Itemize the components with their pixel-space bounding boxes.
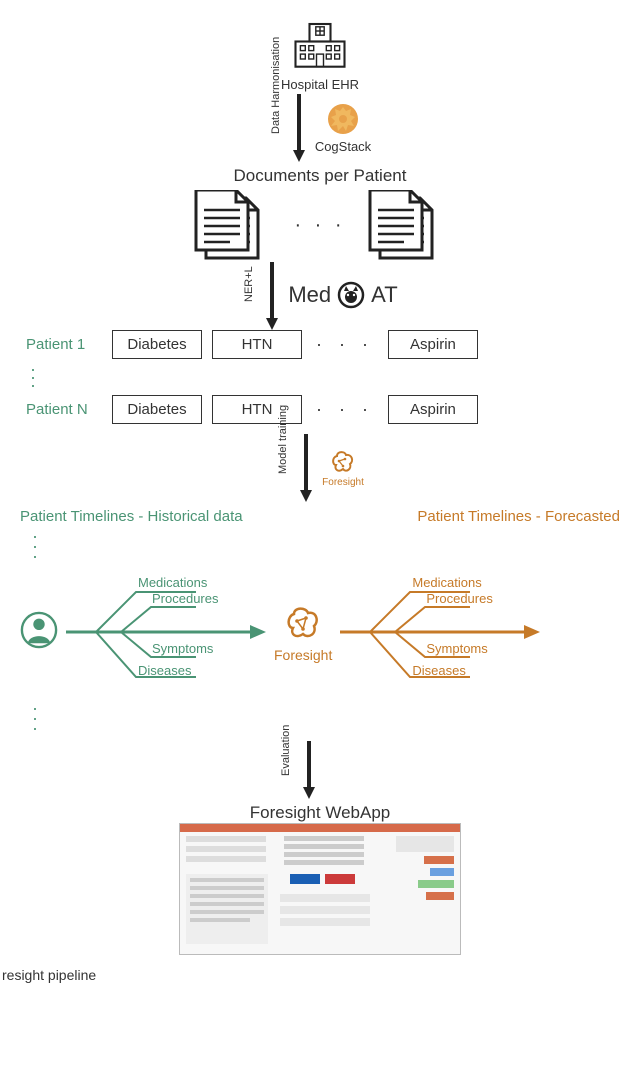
forecasted-title: Patient Timelines - Forecasted bbox=[417, 508, 620, 525]
timeline-vdots-top: ··· bbox=[20, 525, 38, 567]
cogstack-badge: CogStack bbox=[315, 101, 371, 154]
documents-title: Documents per Patient bbox=[234, 166, 407, 186]
patient-vdots: ··· bbox=[30, 359, 620, 395]
arrow-harmonisation: Data Harmonisation CogStack bbox=[269, 92, 371, 162]
cat-icon bbox=[337, 281, 365, 309]
fb-symptoms: Symptoms bbox=[426, 641, 487, 656]
fb-symptoms: Symptoms bbox=[152, 641, 213, 656]
concept-chip: Diabetes bbox=[112, 330, 202, 359]
cogstack-label: CogStack bbox=[315, 139, 371, 154]
concept-chip: HTN bbox=[212, 330, 302, 359]
arrow-evaluation-label: Evaluation bbox=[280, 762, 292, 776]
arrow-training-label: Model training bbox=[277, 460, 289, 474]
hospital-icon bbox=[285, 20, 355, 75]
medcat-prefix: Med bbox=[288, 282, 331, 308]
arrow-nerl-label: NER+L bbox=[243, 288, 255, 302]
arrow-harmonisation-label: Data Harmonisation bbox=[270, 120, 282, 134]
chip-ellipsis: · · · bbox=[312, 334, 378, 355]
foresight-label: Foresight bbox=[322, 477, 364, 488]
patient-row: Patient 1 Diabetes HTN · · · Aspirin bbox=[26, 330, 620, 359]
arrow-down-icon bbox=[301, 739, 317, 799]
person-icon bbox=[20, 611, 58, 654]
concept-chip: Diabetes bbox=[112, 395, 202, 424]
fb-diseases: Diseases bbox=[412, 663, 465, 678]
patients-block: Patient 1 Diabetes HTN · · · Aspirin ···… bbox=[20, 330, 620, 424]
fb-procedures: Procedures bbox=[152, 591, 218, 606]
arrow-down-icon bbox=[291, 92, 307, 162]
fishbone-forecasted: Medications Procedures Symptoms Diseases bbox=[340, 567, 540, 697]
documents-ellipsis: · · · bbox=[294, 214, 345, 237]
medcat-suffix: AT bbox=[371, 282, 397, 308]
webapp-title: Foresight WebApp bbox=[250, 803, 390, 823]
webapp-screenshot bbox=[179, 823, 461, 955]
foresight-center: Foresight bbox=[274, 601, 332, 663]
fb-procedures: Procedures bbox=[426, 591, 492, 606]
hospital-label: Hospital EHR bbox=[281, 77, 359, 92]
fb-medications: Medications bbox=[412, 575, 481, 590]
chip-ellipsis: · · · bbox=[312, 399, 378, 420]
foresight-logo-small: Foresight bbox=[322, 447, 364, 488]
arrow-training: Model training Foresight bbox=[276, 432, 364, 502]
foresight-label: Foresight bbox=[274, 647, 332, 663]
medcat-logo: Med AT bbox=[288, 281, 397, 309]
arrow-down-icon bbox=[298, 432, 314, 502]
documents-row: · · · bbox=[188, 190, 451, 260]
patient-label: Patient N bbox=[26, 401, 102, 418]
figure-caption: resight pipeline bbox=[2, 967, 620, 983]
documents-icon bbox=[188, 190, 278, 260]
gear-icon bbox=[325, 101, 361, 137]
fishbone-historical: Medications Procedures Symptoms Diseases bbox=[66, 567, 266, 697]
fb-medications: Medications bbox=[138, 575, 207, 590]
patient-label: Patient 1 bbox=[26, 336, 102, 353]
arrow-evaluation: Evaluation bbox=[279, 739, 361, 799]
historical-title: Patient Timelines - Historical data bbox=[20, 508, 243, 525]
timelines-headers: Patient Timelines - Historical data Pati… bbox=[20, 508, 620, 525]
fb-diseases: Diseases bbox=[138, 663, 191, 678]
concept-chip: Aspirin bbox=[388, 395, 478, 424]
patient-row: Patient N Diabetes HTN · · · Aspirin bbox=[26, 395, 620, 424]
timeline-vdots-bottom: ··· bbox=[20, 697, 38, 739]
brain-icon bbox=[281, 601, 325, 645]
concept-chip: Aspirin bbox=[388, 330, 478, 359]
timelines-row: Medications Procedures Symptoms Diseases… bbox=[20, 567, 620, 697]
documents-icon bbox=[362, 190, 452, 260]
arrow-down-icon bbox=[264, 260, 280, 330]
pipeline-diagram: Hospital EHR Data Harmonisation CogStack… bbox=[20, 20, 620, 955]
brain-icon bbox=[328, 447, 358, 477]
arrow-nerl: NER+L Med AT bbox=[242, 260, 397, 330]
